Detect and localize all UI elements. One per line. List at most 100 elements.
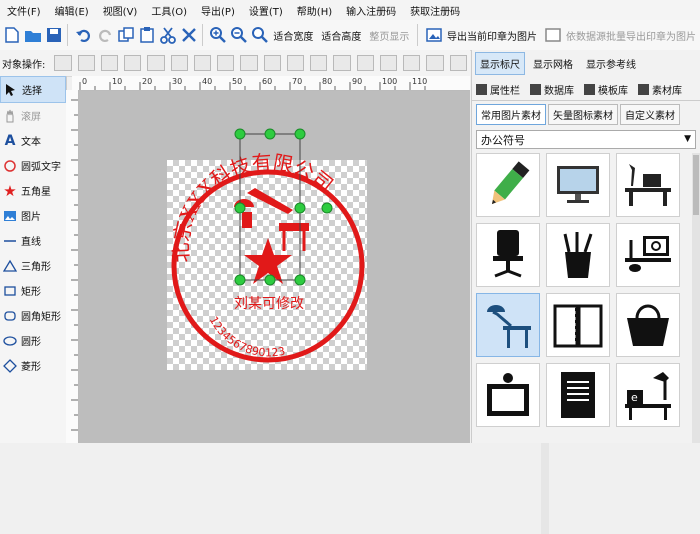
tool-rectangle[interactable]: 矩形 (0, 278, 66, 303)
align-right-icon[interactable] (100, 55, 119, 71)
material-item-pencil[interactable] (476, 153, 540, 217)
unlock-icon[interactable] (426, 55, 444, 71)
ungroup-icon[interactable] (379, 55, 398, 71)
tool-line[interactable]: 直线 (0, 228, 66, 253)
hand-icon (2, 108, 18, 124)
show-guides-button[interactable]: 显示参考线 (581, 52, 641, 75)
zoom-in-button[interactable] (209, 25, 227, 46)
design-canvas[interactable]: 北京XXX科技有限公司 1234567890123 刘某可修改 (79, 91, 549, 534)
group-icon[interactable] (356, 55, 374, 71)
subtab-vector-icons[interactable]: 矢量图标素材 (548, 103, 618, 125)
material-item-office-chair[interactable] (476, 223, 540, 287)
material-item-binder[interactable] (546, 363, 610, 427)
tab-database[interactable]: 数据库 (526, 79, 578, 100)
paste-button[interactable] (138, 25, 156, 46)
delete-button[interactable] (180, 25, 198, 46)
material-item-monitor[interactable] (546, 153, 610, 217)
material-item-notebook[interactable] (546, 293, 610, 357)
category-select[interactable]: 办公符号 ▼ (476, 130, 696, 149)
menu-export[interactable]: 导出(P) (194, 3, 242, 18)
zoom-fit-button[interactable] (251, 25, 269, 46)
tab-label: 模板库 (598, 85, 628, 97)
menu-enter-reg-code[interactable]: 输入注册码 (339, 3, 403, 18)
tool-image[interactable]: 图片 (0, 203, 66, 228)
fit-page-button[interactable]: 整页显示 (369, 28, 409, 43)
subtab-common-images[interactable]: 常用图片素材 (476, 103, 546, 125)
align-bottom-icon[interactable] (170, 55, 188, 71)
tool-text[interactable]: A 文本 (0, 128, 66, 153)
menu-get-reg-code[interactable]: 获取注册码 (403, 3, 467, 18)
tool-triangle[interactable]: 三角形 (0, 253, 66, 278)
save-button[interactable] (45, 25, 63, 46)
subtab-custom[interactable]: 自定义素材 (620, 103, 680, 125)
fit-height-button[interactable]: 适合高度 (321, 28, 361, 43)
material-item-computer-workstation[interactable] (616, 223, 680, 287)
tab-properties[interactable]: 属性栏 (472, 79, 524, 100)
tab-materials[interactable]: 素材库 (634, 79, 686, 100)
resize-handle[interactable] (234, 202, 246, 214)
lock-icon[interactable] (403, 55, 421, 71)
align-top-icon[interactable] (124, 55, 142, 71)
resize-handle[interactable] (264, 274, 276, 286)
same-width-icon[interactable] (240, 55, 258, 71)
show-ruler-button[interactable]: 显示标尺 (475, 51, 525, 75)
redo-button[interactable] (96, 25, 114, 46)
fit-width-button[interactable]: 适合宽度 (273, 28, 313, 43)
batch-export-button[interactable]: 依数据源批量导出印章为图片 (566, 28, 696, 43)
align-middle-icon[interactable] (147, 55, 165, 71)
material-item-pen-holder[interactable] (546, 223, 610, 287)
tool-diamond[interactable]: 菱形 (0, 353, 66, 378)
copy-button[interactable] (117, 25, 135, 46)
tool-rounded-rect[interactable]: 圆角矩形 (0, 303, 66, 328)
material-item-basket[interactable] (616, 293, 680, 357)
tool-scroll[interactable]: 滚屏 (0, 103, 66, 128)
distribute-v-icon[interactable] (217, 55, 235, 71)
tool-select[interactable]: 选择 (0, 76, 66, 103)
material-item-desk-computer[interactable] (616, 153, 680, 217)
material-item-picture-frame[interactable] (476, 363, 540, 427)
rotate-handle[interactable] (321, 202, 333, 214)
export-current-icon-button[interactable] (425, 25, 443, 46)
tool-label: 圆弧文字 (21, 162, 61, 173)
resize-handle[interactable] (294, 128, 306, 140)
lamp-image[interactable] (234, 188, 309, 251)
tool-ellipse[interactable]: 圆形 (0, 328, 66, 353)
resize-handle[interactable] (294, 274, 306, 286)
zoom-out-button[interactable] (230, 25, 248, 46)
ruler-label: 30 (172, 77, 182, 86)
menu-edit[interactable]: 编辑(E) (48, 3, 96, 18)
tab-templates[interactable]: 模板库 (580, 79, 632, 100)
flip-icon[interactable] (449, 55, 467, 71)
open-button[interactable] (24, 25, 42, 46)
menu-tools[interactable]: 工具(O) (144, 3, 194, 18)
material-scrollbar[interactable] (692, 153, 700, 443)
material-item-desk-lamp[interactable] (476, 293, 540, 357)
export-current-button[interactable]: 导出当前印章为图片 (447, 28, 537, 43)
new-button[interactable] (3, 25, 21, 46)
bring-front-icon[interactable] (310, 55, 328, 71)
menu-settings[interactable]: 设置(T) (242, 3, 290, 18)
same-size-icon[interactable] (286, 55, 305, 71)
menu-view[interactable]: 视图(V) (96, 3, 145, 18)
stamp-graphic[interactable]: 北京XXX科技有限公司 1234567890123 刘某可修改 (79, 91, 470, 443)
cut-button[interactable] (159, 25, 177, 46)
align-left-icon[interactable] (54, 55, 72, 71)
desk-computer-icon (625, 164, 671, 206)
resize-handle[interactable] (264, 128, 276, 140)
same-height-icon[interactable] (263, 55, 281, 71)
send-back-icon[interactable] (333, 55, 351, 71)
undo-button[interactable] (75, 25, 93, 46)
tool-arc-text[interactable]: 圆弧文字 (0, 153, 66, 178)
material-item-desk-lamp-2[interactable]: e (616, 363, 680, 427)
resize-handle[interactable] (294, 202, 306, 214)
distribute-h-icon[interactable] (193, 55, 212, 71)
show-grid-button[interactable]: 显示网格 (528, 52, 578, 75)
resize-handle[interactable] (234, 274, 246, 286)
scroll-thumb[interactable] (693, 155, 699, 215)
menu-file[interactable]: 文件(F) (0, 3, 48, 18)
menu-help[interactable]: 帮助(H) (290, 3, 339, 18)
batch-export-icon-button[interactable] (544, 25, 562, 46)
resize-handle[interactable] (234, 128, 246, 140)
tool-star[interactable]: ★ 五角星 (0, 178, 66, 203)
align-center-icon[interactable] (77, 55, 95, 71)
